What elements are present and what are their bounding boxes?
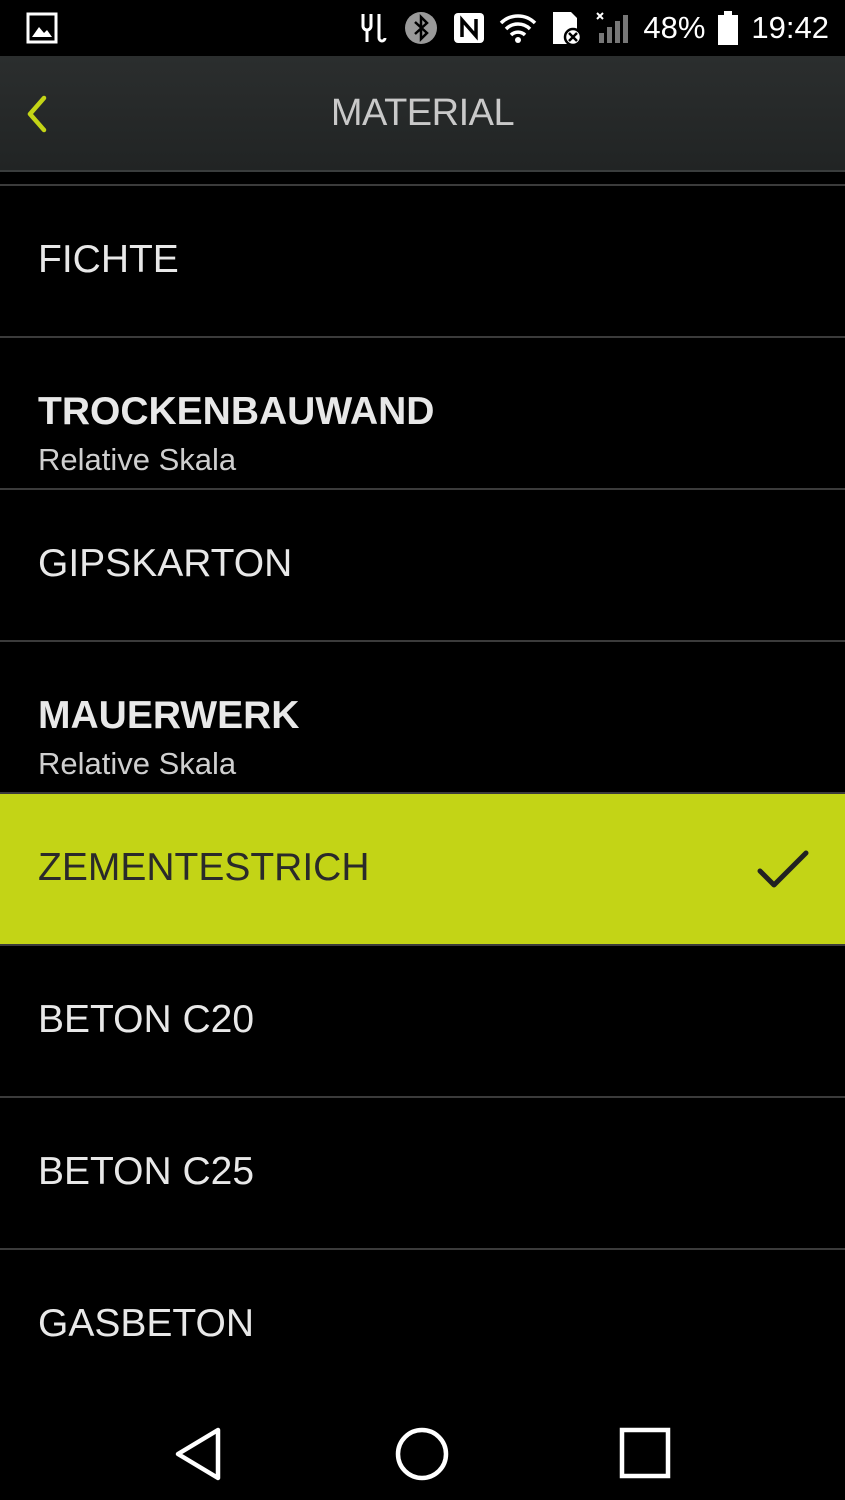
item-label: MAUERWERK — [38, 694, 300, 737]
battery-icon — [718, 11, 739, 45]
home-circle-icon — [395, 1427, 449, 1481]
navigation-bar — [0, 1400, 845, 1500]
item-label: FICHTE — [38, 238, 179, 281]
list-item-gasbeton[interactable]: GASBETON — [0, 1250, 845, 1400]
material-list: FICHTE TROCKENBAUWAND Relative Skala GIP… — [0, 172, 845, 1400]
nav-recents-button[interactable] — [614, 1422, 678, 1486]
clock: 19:42 — [751, 10, 829, 45]
item-subtitle: Relative Skala — [38, 746, 237, 781]
item-label: BETON C20 — [38, 998, 255, 1041]
usb-icon — [361, 14, 387, 43]
list-item-beton-c20[interactable]: BETON C20 — [0, 946, 845, 1098]
nfc-icon — [454, 13, 485, 43]
list-item-fichte[interactable]: FICHTE — [0, 186, 845, 338]
status-icons: 48% 19:42 — [355, 0, 829, 56]
item-label: GASBETON — [38, 1302, 255, 1345]
list-item-trockenbauwand[interactable]: TROCKENBAUWAND Relative Skala — [0, 338, 845, 490]
nav-home-button[interactable] — [390, 1422, 454, 1486]
image-icon — [26, 12, 58, 49]
checkmark-icon — [757, 850, 809, 888]
back-triangle-icon — [175, 1427, 221, 1481]
item-label: TROCKENBAUWAND — [38, 390, 435, 433]
list-item-beton-c25[interactable]: BETON C25 — [0, 1098, 845, 1250]
item-label: GIPSKARTON — [38, 542, 293, 585]
item-label: BETON C25 — [38, 1150, 255, 1193]
bluetooth-icon — [405, 12, 438, 44]
item-subtitle: Relative Skala — [38, 442, 237, 477]
list-item-zementestrich[interactable]: ZEMENTESTRICH — [0, 794, 845, 946]
battery-percent: 48% — [643, 10, 706, 45]
sd-card-icon — [553, 12, 583, 46]
page-title: MATERIAL — [330, 92, 515, 134]
app-bar: MATERIAL — [0, 56, 845, 172]
nav-back-button[interactable] — [168, 1422, 232, 1486]
item-label: ZEMENTESTRICH — [38, 846, 370, 889]
wifi-icon — [500, 14, 537, 43]
list-item-gipskarton[interactable]: GIPSKARTON — [0, 490, 845, 642]
signal-icon — [596, 12, 629, 43]
recents-square-icon — [619, 1427, 671, 1479]
list-divider — [0, 172, 845, 186]
status-bar: 48% 19:42 — [0, 0, 845, 56]
list-item-mauerwerk[interactable]: MAUERWERK Relative Skala — [0, 642, 845, 794]
